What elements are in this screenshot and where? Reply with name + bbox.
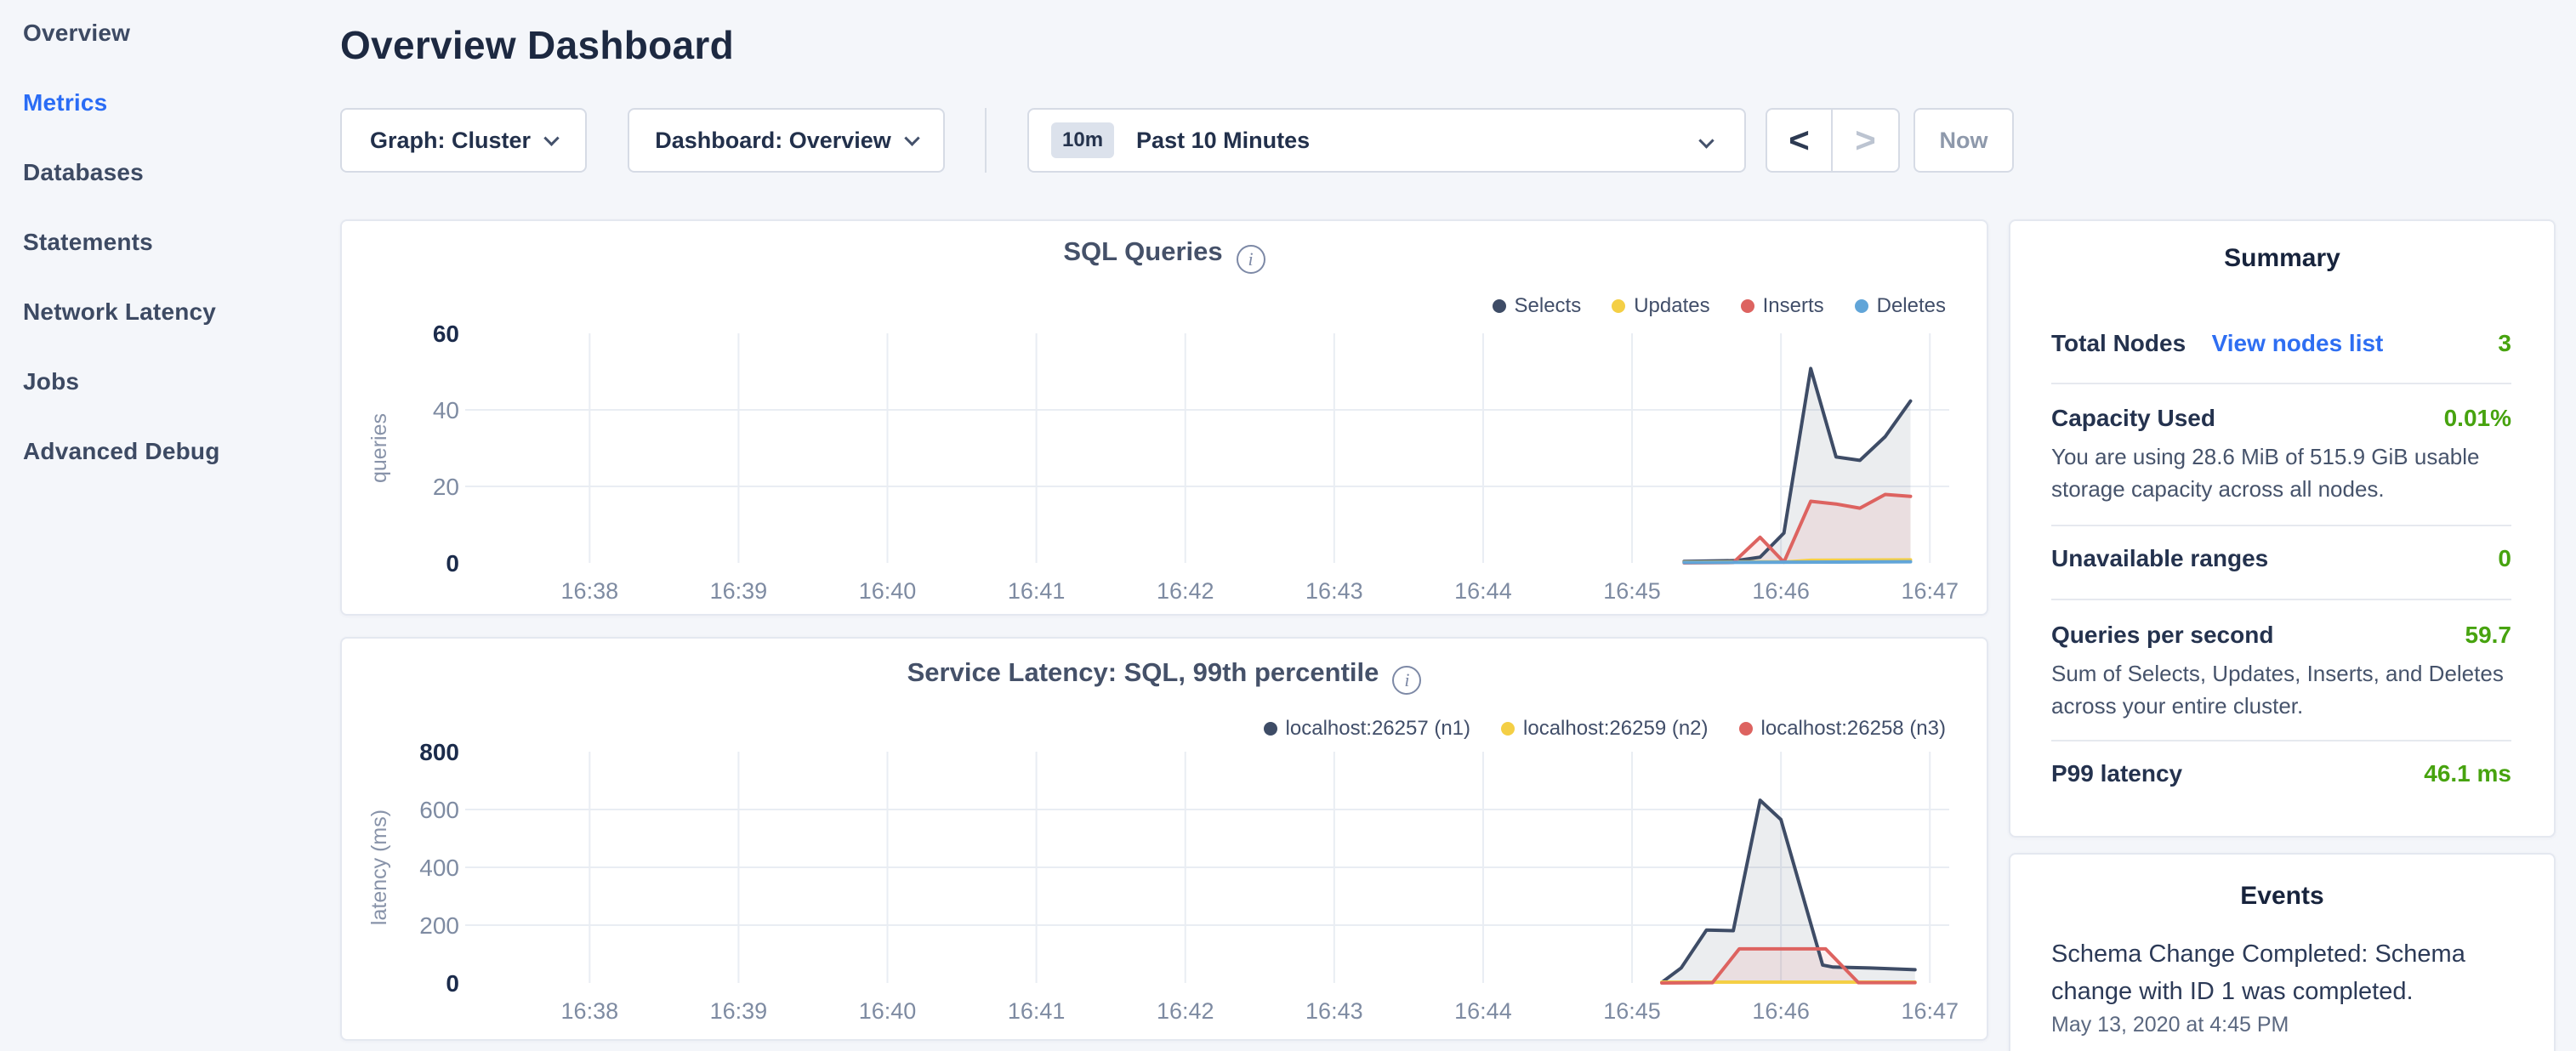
summary-divider [2051,525,2511,526]
svg-text:16:41: 16:41 [1008,578,1066,604]
svg-text:16:43: 16:43 [1305,578,1363,604]
svg-text:16:43: 16:43 [1305,998,1363,1024]
svg-text:16:42: 16:42 [1157,998,1214,1024]
capacity-used-label: Capacity Used [2051,405,2215,432]
sidebar-item-metrics[interactable]: Metrics [23,88,304,117]
chevron-down-icon [904,130,919,145]
time-range-label: Past 10 Minutes [1136,128,1310,154]
summary-title: Summary [2010,244,2554,273]
capacity-used-value: 0.01% [2444,405,2511,432]
graph-nodes-dropdown[interactable]: Graph: Cluster [340,108,587,173]
unavailable-ranges-value: 0 [2498,545,2511,572]
summary-row-unavailable-ranges: Unavailable ranges 0 [2051,545,2511,579]
queries-per-second-label: Queries per second [2051,622,2273,649]
summary-divider [2051,599,2511,600]
svg-text:16:38: 16:38 [561,998,619,1024]
summary-row-capacity: Capacity Used 0.01% [2051,405,2511,439]
svg-text:16:46: 16:46 [1752,578,1810,604]
summary-divider [2051,740,2511,741]
unavailable-ranges-label: Unavailable ranges [2051,545,2268,572]
svg-text:16:42: 16:42 [1157,578,1214,604]
sidebar-item-databases[interactable]: Databases [23,158,304,187]
summary-panel: Summary Total Nodes View nodes list 3 Ca… [2009,219,2556,838]
event-item-text: Schema Change Completed: Schema change w… [2051,935,2528,1010]
svg-text:16:47: 16:47 [1901,998,1959,1024]
svg-text:40: 40 [433,397,459,423]
events-title: Events [2010,882,2554,911]
svg-text:16:46: 16:46 [1752,998,1810,1024]
svg-text:16:39: 16:39 [710,998,768,1024]
service-latency-chart-plot: 16:38 16:39 16:40 16:41 16:42 16:43 16:44 16:45… [342,639,1987,1039]
time-window-arrows: < > [1766,108,1900,173]
summary-row-total-nodes: Total Nodes View nodes list 3 [2051,330,2511,364]
svg-text:16:45: 16:45 [1603,578,1661,604]
summary-divider [2051,383,2511,384]
page-title: Overview Dashboard [340,22,734,68]
prev-time-window-button[interactable]: < [1767,110,1833,171]
svg-text:16:40: 16:40 [859,578,917,604]
dashboard-dropdown[interactable]: Dashboard: Overview [628,108,945,173]
summary-row-qps: Queries per second 59.7 [2051,622,2511,656]
svg-text:16:39: 16:39 [710,578,768,604]
view-nodes-list-link[interactable]: View nodes list [2212,330,2384,357]
events-panel: Events Schema Change Completed: Schema c… [2009,853,2556,1051]
sql-queries-chart-plot: 16:38 16:39 16:40 16:41 16:42 16:43 16:44 16:45… [342,221,1987,614]
svg-text:600: 600 [419,797,459,823]
qps-description: Sum of Selects, Updates, Inserts, and De… [2051,657,2516,722]
time-range-badge: 10m [1051,122,1114,158]
svg-text:60: 60 [433,321,459,347]
svg-text:400: 400 [419,855,459,881]
svg-text:16:40: 16:40 [859,998,917,1024]
total-nodes-value: 3 [2498,330,2511,357]
svg-text:queries: queries [367,413,391,483]
chevron-down-icon [1698,133,1714,148]
svg-text:800: 800 [419,739,459,765]
next-time-window-button[interactable]: > [1833,110,1898,171]
svg-text:16:47: 16:47 [1901,578,1959,604]
time-range-dropdown[interactable]: 10m Past 10 Minutes [1027,108,1746,173]
svg-text:20: 20 [433,474,459,500]
svg-text:16:38: 16:38 [561,578,619,604]
sql-queries-chart-card: SQL Queriesi Selects Updates Inserts Del… [340,219,1988,616]
graph-dropdown-label: Graph: Cluster [370,128,531,154]
controls-divider [985,108,987,173]
event-item-timestamp: May 13, 2020 at 4:45 PM [2051,1013,2289,1037]
total-nodes-label: Total Nodes [2051,330,2186,357]
sidebar-item-statements[interactable]: Statements [23,228,304,257]
sidebar-nav: Overview Metrics Databases Statements Ne… [23,19,304,507]
svg-text:200: 200 [419,912,459,939]
svg-text:16:41: 16:41 [1008,998,1066,1024]
sidebar-item-network-latency[interactable]: Network Latency [23,298,304,327]
dashboard-dropdown-label: Dashboard: Overview [655,128,891,154]
chevron-down-icon [543,130,559,145]
svg-text:16:44: 16:44 [1454,998,1512,1024]
capacity-used-description: You are using 28.6 MiB of 515.9 GiB usab… [2051,440,2516,505]
p99-latency-label: P99 latency [2051,760,2182,787]
svg-text:16:45: 16:45 [1603,998,1661,1024]
summary-row-p99-latency: P99 latency 46.1 ms [2051,760,2511,794]
svg-text:0: 0 [446,550,459,577]
svg-text:16:44: 16:44 [1454,578,1512,604]
svg-text:latency (ms): latency (ms) [367,810,391,925]
now-button[interactable]: Now [1914,108,2014,173]
queries-per-second-value: 59.7 [2465,622,2512,649]
sidebar-item-jobs[interactable]: Jobs [23,367,304,396]
sidebar-item-overview[interactable]: Overview [23,19,304,48]
p99-latency-value: 46.1 ms [2424,760,2511,787]
service-latency-chart-card: Service Latency: SQL, 99th percentilei l… [340,637,1988,1041]
svg-text:0: 0 [446,970,459,997]
sidebar-item-advanced-debug[interactable]: Advanced Debug [23,437,304,466]
